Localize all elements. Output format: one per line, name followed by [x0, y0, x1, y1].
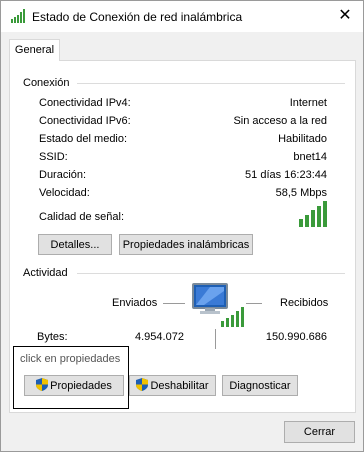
connection-heading: Conexión [23, 77, 70, 89]
bytes-label: Bytes: [37, 331, 68, 343]
window-title: Estado de Conexión de red inalámbrica [32, 10, 243, 24]
connection-divider [77, 83, 345, 84]
close-button[interactable]: Cerrar [284, 421, 355, 443]
disable-button-label: Deshabilitar [150, 379, 209, 392]
activity-heading: Actividad [23, 267, 68, 279]
speed-label: Velocidad: [39, 187, 90, 199]
network-computer-icon [190, 281, 244, 332]
activity-divider-tick [215, 329, 216, 349]
duration-value: 51 días 16:23:44 [245, 169, 327, 181]
media-state-value: Habilitado [278, 133, 327, 145]
ssid-label: SSID: [39, 151, 68, 163]
media-state-label: Estado del medio: [39, 133, 128, 145]
ipv6-label: Conectividad IPv6: [39, 115, 131, 127]
close-window-button[interactable]: ✕ [335, 6, 355, 26]
signal-strength-icon [299, 201, 329, 230]
speed-value: 58,5 Mbps [275, 187, 327, 199]
ssid-value: bnet14 [293, 151, 327, 163]
wifi-signal-icon [11, 9, 27, 26]
received-line [246, 303, 262, 304]
title-bar: Estado de Conexión de red inalámbrica ✕ [1, 1, 363, 32]
ipv6-value: Sin acceso a la red [233, 115, 327, 127]
connection-status-window: Estado de Conexión de red inalámbrica ✕ … [0, 0, 364, 452]
details-button[interactable]: Detalles... [38, 234, 112, 255]
signal-quality-label: Calidad de señal: [39, 211, 125, 223]
bytes-sent-value: 4.954.072 [135, 331, 184, 343]
annotation-text: click en propiedades [20, 353, 121, 365]
sent-line [163, 303, 185, 304]
bytes-received-value: 150.990.686 [265, 331, 327, 343]
ipv4-label: Conectividad IPv4: [39, 97, 131, 109]
activity-divider [77, 273, 345, 274]
wireless-properties-button[interactable]: Propiedades inalámbricas [119, 234, 253, 255]
sent-label: Enviados [112, 297, 158, 309]
tab-general[interactable]: General [9, 39, 60, 61]
disable-button[interactable]: Deshabilitar [129, 375, 216, 396]
annotation-callout-box: click en propiedades [13, 346, 129, 409]
diagnose-button[interactable]: Diagnosticar [222, 375, 298, 396]
ipv4-value: Internet [289, 97, 327, 109]
uac-shield-icon [136, 377, 149, 394]
received-label: Recibidos [280, 297, 329, 309]
duration-label: Duración: [39, 169, 87, 181]
